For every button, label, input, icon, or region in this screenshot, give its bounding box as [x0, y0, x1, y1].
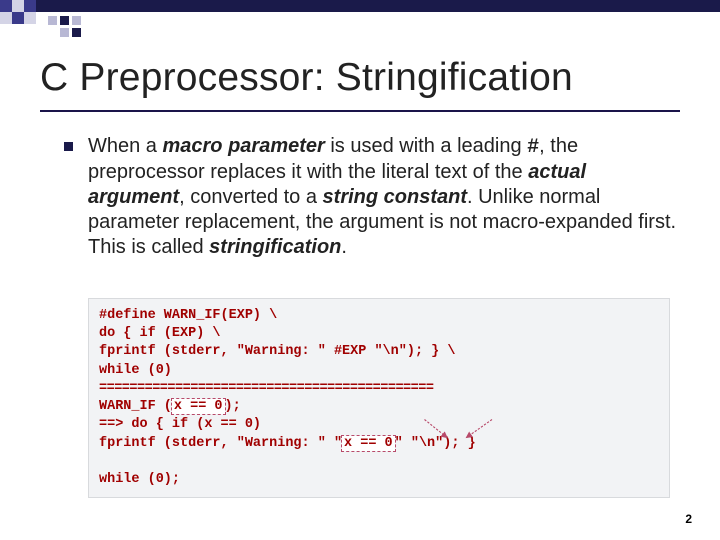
- code-separator: ========================================…: [99, 381, 433, 396]
- code-line: " "\n"); }: [395, 436, 476, 451]
- code-line: ==> do { if (x == 0): [99, 417, 261, 432]
- slide-title: C Preprocessor: Stringification: [40, 56, 573, 100]
- code-line: fprintf (stderr, "Warning: " #EXP "\n");…: [99, 344, 455, 359]
- highlight-arg-source: x == 0: [172, 399, 225, 414]
- text: When a: [88, 135, 162, 157]
- code-line: while (0);: [99, 472, 180, 487]
- hash-symbol: #: [527, 136, 539, 159]
- title-underline: [40, 110, 680, 112]
- highlight-arg-expanded: x == 0: [342, 436, 395, 451]
- body-text: When a macro parameter is used with a le…: [88, 134, 678, 260]
- code-line: do { if (EXP) \: [99, 326, 221, 341]
- term-macro-parameter: macro parameter: [162, 135, 324, 157]
- page-number: 2: [685, 512, 692, 526]
- code-line: fprintf (stderr, "Warning: " ": [99, 436, 342, 451]
- text: , converted to a: [179, 186, 322, 208]
- code-line: );: [225, 399, 241, 414]
- term-string-constant: string constant: [323, 186, 467, 208]
- bullet-icon: [64, 142, 73, 151]
- code-line: #define WARN_IF(EXP) \: [99, 308, 277, 323]
- text: is used with a leading: [325, 135, 527, 157]
- code-line: while (0): [99, 363, 172, 378]
- term-stringification: stringification: [209, 236, 341, 258]
- slide-decoration: [0, 0, 720, 48]
- code-block: #define WARN_IF(EXP) \ do { if (EXP) \ f…: [88, 298, 670, 498]
- text: .: [341, 236, 347, 258]
- code-line: WARN_IF (: [99, 399, 172, 414]
